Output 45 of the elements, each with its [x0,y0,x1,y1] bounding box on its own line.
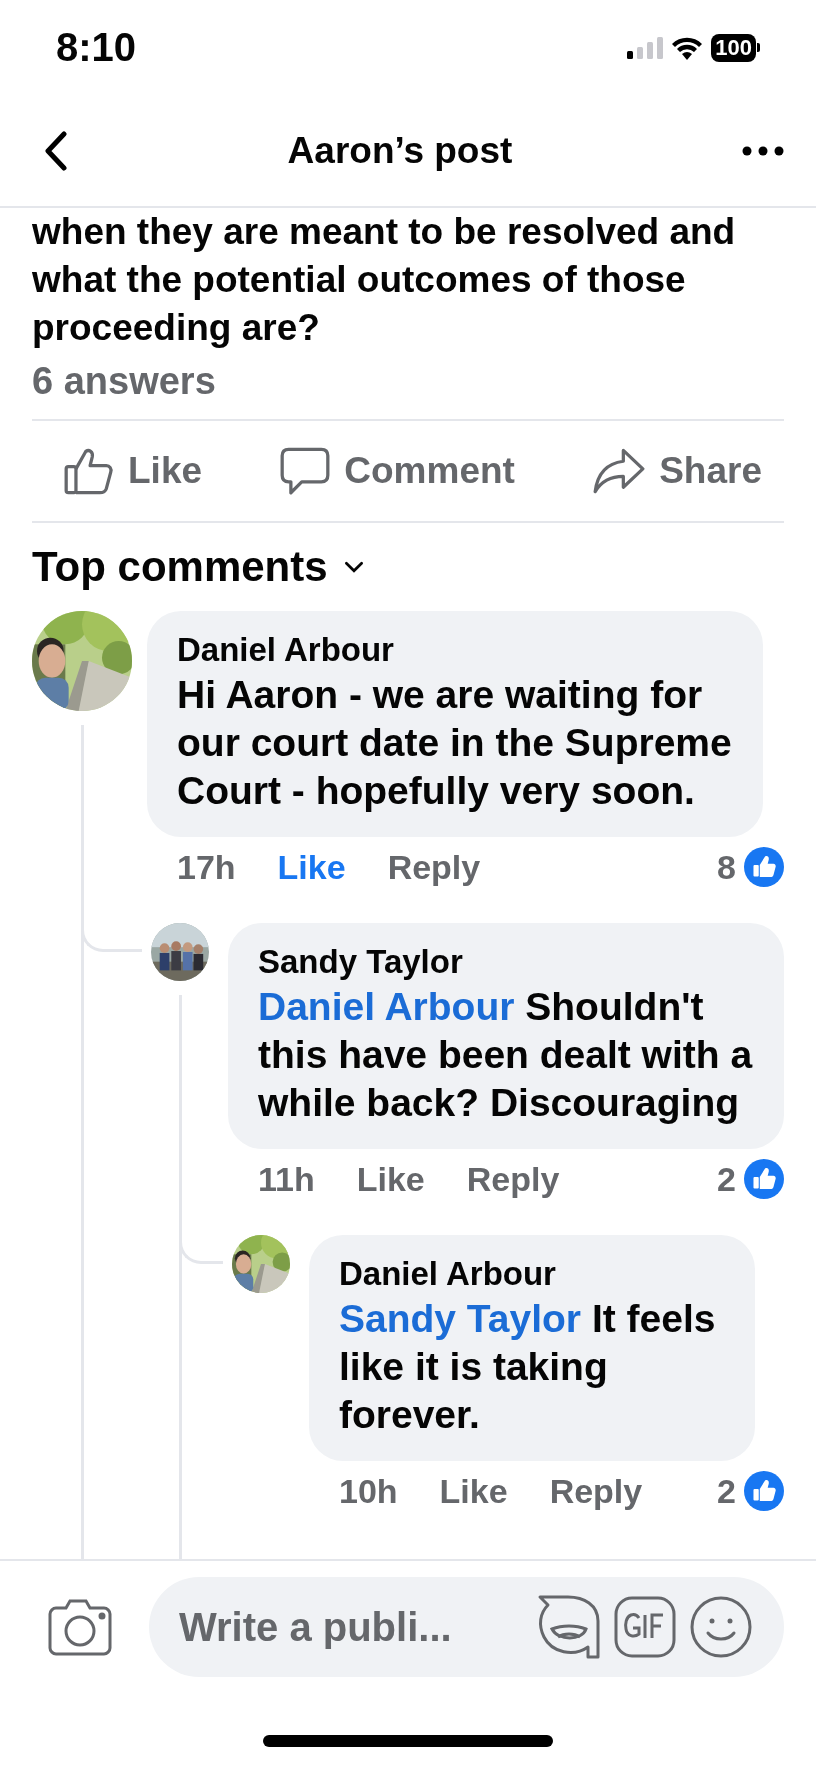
post-text: when they are meant to be resolved and what the potential outcomes of those proceeding are? [32,210,737,350]
reply-link[interactable]: Reply [466,1159,560,1199]
like-link[interactable]: Like [356,1159,425,1199]
page-title: Aaron’s post [286,129,514,172]
mention-link[interactable]: Sandy Taylor [339,1297,582,1340]
reaction-count: 8 [717,847,736,887]
more-icon[interactable] [742,145,784,156]
signal-icon [627,36,664,59]
share-button[interactable]: Share [593,448,762,494]
comment-text: Daniel Arbour Shouldn't this have been dealt with a while back? Discouraging [258,984,754,1126]
comment-field[interactable]: Write a publi... [149,1577,784,1677]
timestamp: 11h [258,1159,315,1199]
author-name[interactable]: Daniel Arbour [177,629,733,671]
share-arrow-icon [593,448,646,494]
mention-link[interactable]: Daniel Arbour [258,985,515,1028]
comment-button[interactable]: Comment [280,446,515,496]
wifi-icon [671,35,704,60]
comment-input[interactable]: Write a publi... [179,1604,522,1650]
camera-icon[interactable] [48,1598,112,1656]
speech-bubble-icon [280,446,331,496]
clock: 8:10 [56,25,138,70]
author-name[interactable]: Sandy Taylor [258,941,754,983]
comment-text: Sandy Taylor It feels like it is taking forever. [339,1296,717,1438]
thumbs-up-icon [744,1159,784,1199]
like-link[interactable]: Like [439,1471,508,1511]
timestamp: 10h [339,1471,398,1511]
thumbs-up-icon [744,1471,784,1511]
like-link[interactable]: Like [277,847,346,887]
emoji-icon[interactable] [690,1596,752,1658]
reaction-count: 2 [717,1159,736,1199]
thumbs-up-icon [64,447,114,495]
answers-count[interactable]: 6 answers [32,360,784,421]
like-button[interactable]: Like [64,447,203,495]
author-name[interactable]: Daniel Arbour [339,1253,725,1295]
chevron-down-icon[interactable] [343,561,364,573]
back-icon[interactable] [44,130,68,171]
comment-text: Hi Aaron - we are waiting for our court date in the Supreme Court - hopefully very soon. [177,672,733,814]
gif-icon[interactable] [614,1596,676,1658]
reaction-count: 2 [717,1471,736,1511]
sticker-icon[interactable] [536,1595,600,1659]
reply-link[interactable]: Reply [387,847,481,887]
timestamp: 17h [177,847,236,887]
thumbs-up-icon [744,847,784,887]
reply-link[interactable]: Reply [549,1471,643,1511]
sort-label[interactable]: Top comments [32,543,328,591]
